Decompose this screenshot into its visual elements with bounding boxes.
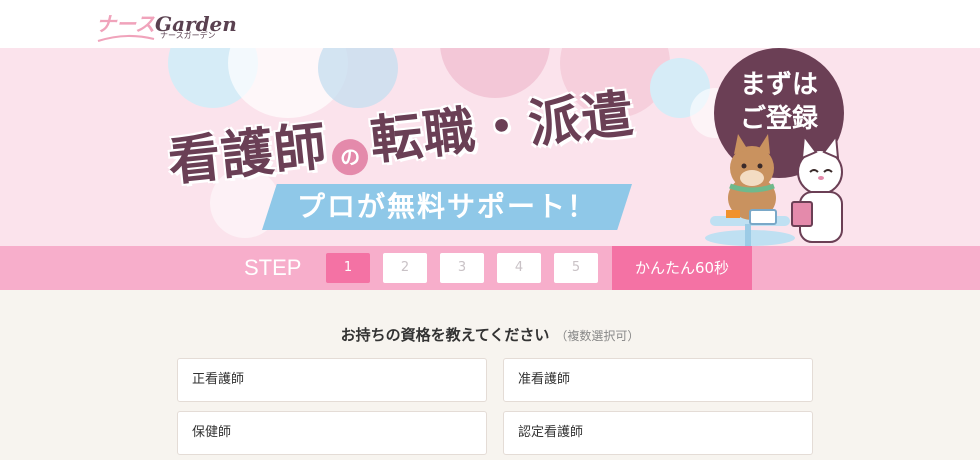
hero-banner: 看護師の転職・派遣 プロが無料サポート！ まずは ご登録	[0, 48, 980, 246]
hero-title-part1: 看護師	[165, 116, 330, 194]
logo-subtitle: ナースガーデン	[160, 31, 216, 40]
quick-registration-badge: かんたん60秒	[612, 246, 752, 290]
step-5: 5	[554, 253, 598, 283]
logo-swoosh-icon	[97, 35, 155, 42]
qualification-option[interactable]: 正看護師	[177, 358, 487, 402]
step-1: 1	[326, 253, 370, 283]
site-header: ナースGarden ナースガーデン	[0, 0, 980, 48]
qualification-option[interactable]: 保健師	[177, 411, 487, 455]
step-2: 2	[383, 253, 427, 283]
step-4: 4	[497, 253, 541, 283]
qualification-option[interactable]: 認定看護師	[503, 411, 813, 455]
step-label: STEP	[244, 255, 302, 280]
logo-kana: ナース	[96, 12, 155, 36]
hero-title-part2: 転職・派遣	[367, 84, 638, 172]
question-text: お持ちの資格を教えてください	[340, 326, 550, 344]
hero-banner-text: プロが無料サポート！	[296, 190, 597, 223]
hero-banner-ribbon: プロが無料サポート！	[262, 184, 632, 230]
step-progress-bar: STEP 1 2 3 4 5 かんたん60秒	[0, 246, 980, 290]
step-3: 3	[440, 253, 484, 283]
qualification-option[interactable]: 准看護師	[503, 358, 813, 402]
question-title: お持ちの資格を教えてください （複数選択可）	[0, 324, 980, 345]
badge-line1: まずは	[739, 70, 818, 100]
cats-illustration	[705, 133, 843, 246]
logo[interactable]: ナースGarden ナースガーデン	[96, 8, 237, 42]
question-hint: （複数選択可）	[555, 329, 640, 343]
hero-title-no: の	[330, 136, 370, 177]
